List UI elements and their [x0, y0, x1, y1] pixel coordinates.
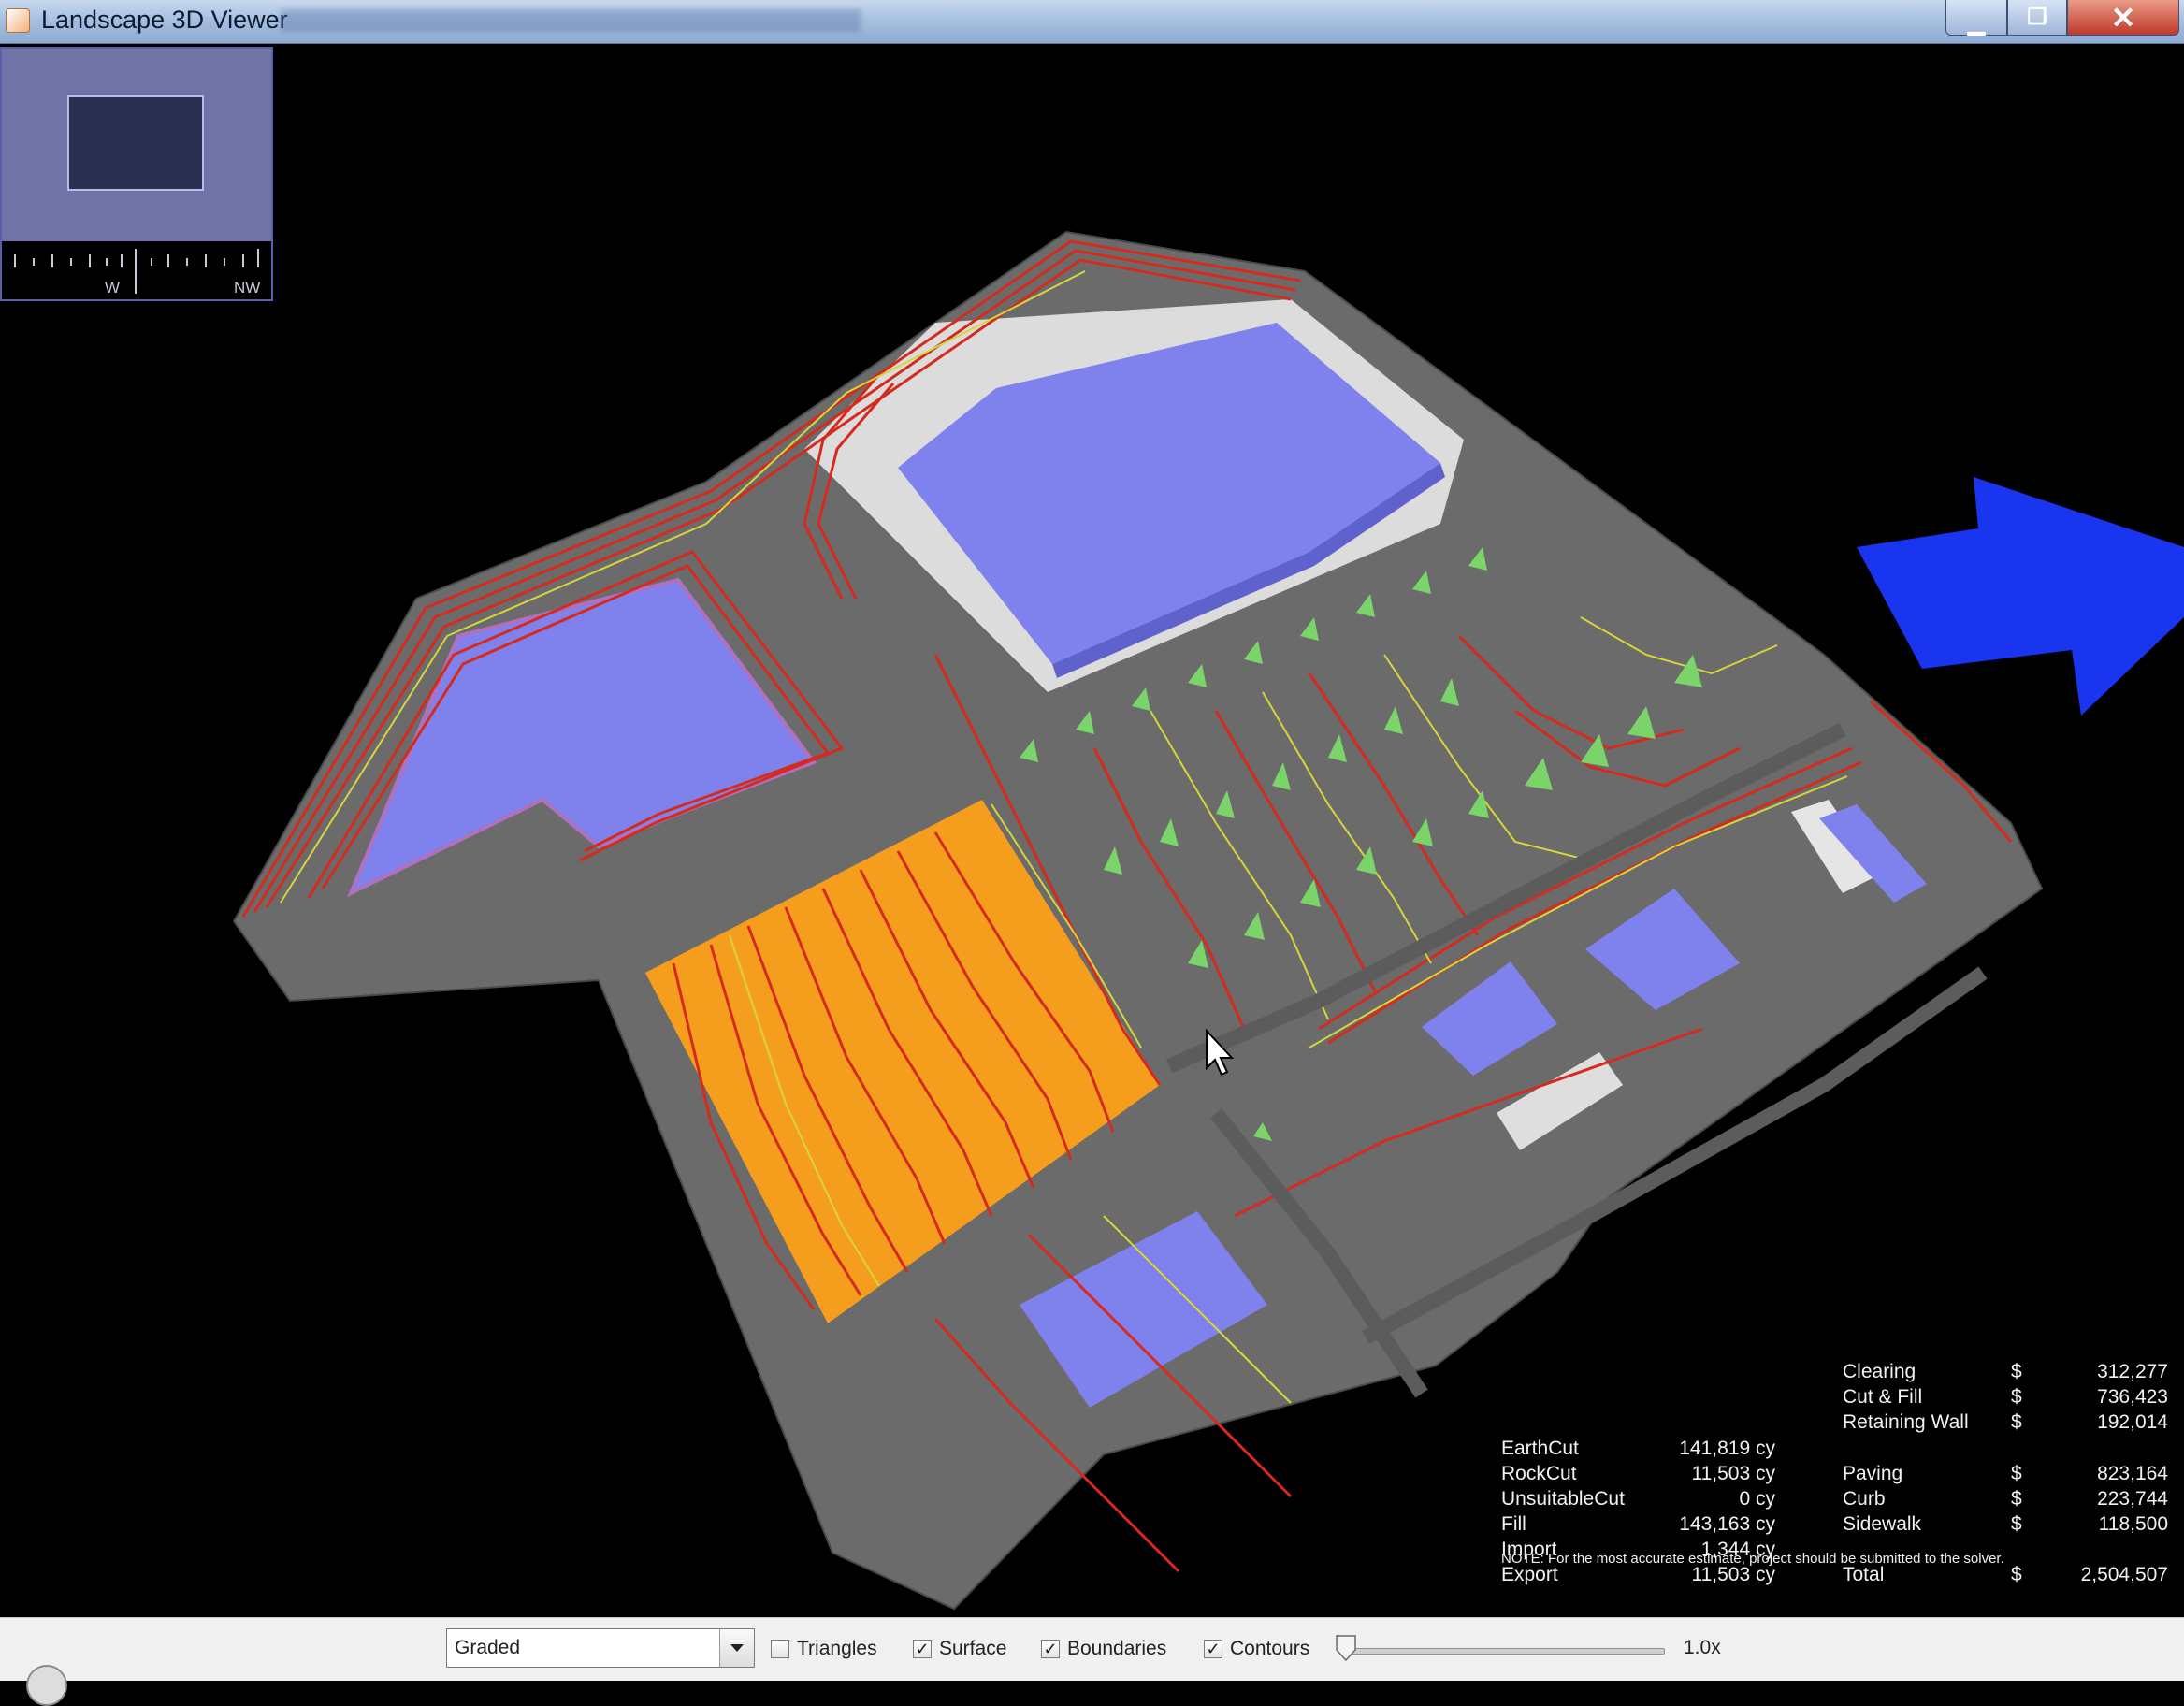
checkmark-icon[interactable]: ✓: [1041, 1640, 1060, 1658]
close-icon: ✕: [2110, 1, 2136, 35]
minimap-overview[interactable]: [2, 49, 271, 241]
view-mode-select[interactable]: Graded: [446, 1628, 755, 1668]
minimize-icon: ▁: [1967, 10, 1986, 36]
java-app-icon: [6, 8, 30, 33]
triangles-label: Triangles: [797, 1638, 877, 1659]
minimize-button[interactable]: ▁: [1945, 0, 2007, 36]
minimap-view-rectangle[interactable]: [67, 95, 204, 191]
maximize-button[interactable]: ❐: [2007, 0, 2067, 36]
landscape-3d-scene[interactable]: [0, 44, 2184, 1617]
blurred-title-overlay: [281, 9, 861, 32]
window-titlebar: Landscape 3D Viewer ▁ ❐ ✕: [0, 0, 2184, 44]
compass-label-w: W: [105, 279, 121, 296]
estimate-note: NOTE: For the most accurate estimate, pr…: [1501, 1551, 2004, 1567]
3d-viewport[interactable]: [0, 44, 2184, 1617]
maximize-icon: ❐: [2027, 5, 2047, 30]
bottom-toolbar: Graded Triangles ✓ Surface ✓ Boundaries …: [0, 1617, 2184, 1706]
slider-track[interactable]: [1341, 1648, 1665, 1655]
window-title: Landscape 3D Viewer: [41, 6, 288, 34]
compass-ticks: [14, 249, 259, 294]
direction-arrow: [1857, 477, 2184, 716]
checkmark-icon[interactable]: ✓: [1204, 1640, 1222, 1658]
compass-strip: W NW: [2, 247, 271, 299]
slider-thumb[interactable]: [1336, 1635, 1356, 1661]
contours-label: Contours: [1230, 1638, 1310, 1659]
compass-label-nw: NW: [234, 279, 261, 296]
boundaries-label: Boundaries: [1067, 1638, 1167, 1659]
checkmark-icon[interactable]: ✓: [913, 1640, 932, 1658]
close-button[interactable]: ✕: [2067, 0, 2179, 36]
checkbox-box[interactable]: [771, 1640, 789, 1658]
surface-label: Surface: [939, 1638, 1007, 1659]
view-mode-value: Graded: [455, 1637, 521, 1658]
chevron-down-icon[interactable]: [719, 1629, 754, 1667]
round-button[interactable]: [26, 1665, 67, 1706]
zoom-level: 1.0x: [1684, 1637, 1721, 1658]
zoom-slider[interactable]: [1336, 1631, 1665, 1669]
navigator-minimap[interactable]: W NW: [0, 47, 273, 301]
